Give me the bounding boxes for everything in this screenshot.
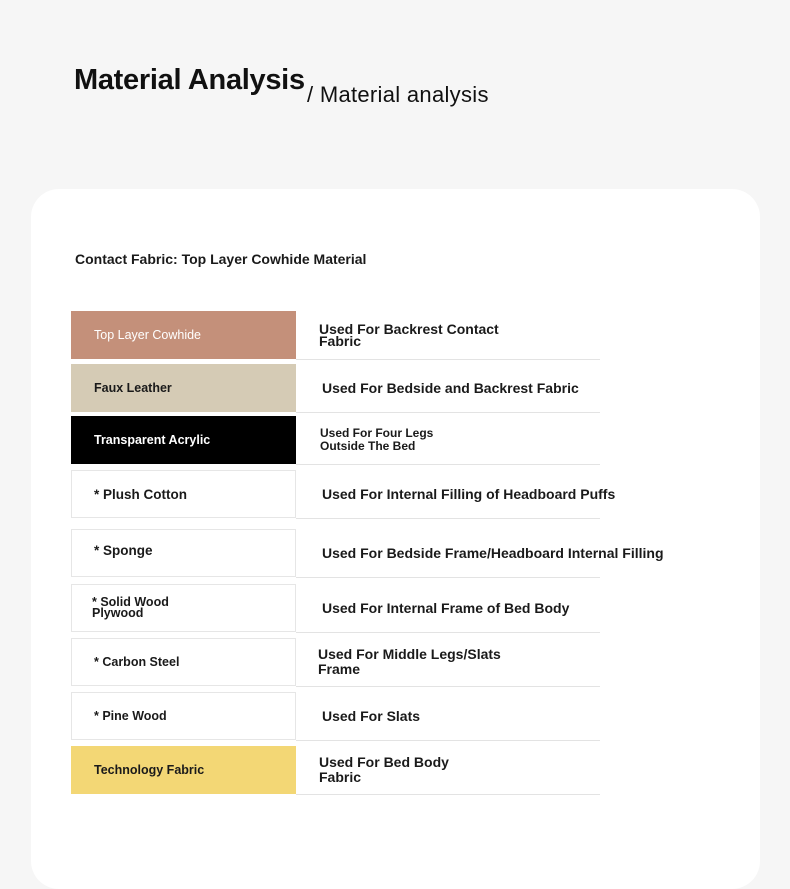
material-use: Used For Bedside Frame/Headboard Interna… <box>296 529 664 578</box>
material-swatch: * Solid Wood Plywood <box>71 584 296 632</box>
material-name: * Sponge <box>94 543 153 558</box>
material-use: Used For Backrest Contact Fabric <box>296 311 600 360</box>
material-use: Used For Bed Body Fabric <box>296 746 600 795</box>
material-name: * Solid Wood Plywood <box>92 595 169 620</box>
material-use: Used For Slats <box>296 692 600 741</box>
material-use-text: Used For Internal Frame of Bed Body <box>322 600 570 616</box>
material-swatch: * Plush Cotton <box>71 470 296 518</box>
material-name: Faux Leather <box>94 380 172 395</box>
page-subtitle: / Material analysis <box>307 82 489 107</box>
material-use-text: Used For Bed Body Fabric <box>319 754 449 785</box>
material-use-text: Used For Internal Filling of Headboard P… <box>322 486 616 502</box>
material-use-text: Used For Bedside and Backrest Fabric <box>322 380 579 396</box>
material-swatch: Faux Leather <box>71 364 296 412</box>
material-name: * Pine Wood <box>94 708 167 723</box>
material-name: Top Layer Cowhide <box>94 327 202 342</box>
material-use-text: Used For Four Legs Outside The Bed <box>320 426 434 453</box>
material-swatch: * Carbon Steel <box>71 638 296 686</box>
material-use: Used For Bedside and Backrest Fabric <box>296 364 600 413</box>
material-swatch: * Pine Wood <box>71 692 296 740</box>
material-swatch: * Sponge <box>71 529 296 577</box>
material-use: Used For Middle Legs/Slats Frame <box>296 638 600 687</box>
material-use-text: Used For Bedside Frame/Headboard Interna… <box>322 545 664 561</box>
material-swatch: Transparent Acrylic <box>71 416 296 464</box>
material-name: * Plush Cotton <box>94 486 187 502</box>
material-swatch: Technology Fabric <box>71 746 296 794</box>
material-name: Transparent Acrylic <box>94 432 211 447</box>
material-use-text: Used For Backrest Contact Fabric <box>319 321 499 349</box>
material-name: * Carbon Steel <box>94 654 180 669</box>
material-use-text: Used For Slats <box>322 708 421 724</box>
page-title: Material Analysis <box>74 64 305 96</box>
material-use-text: Used For Middle Legs/Slats Frame <box>318 646 501 677</box>
material-swatch: Top Layer Cowhide <box>71 311 296 359</box>
material-use: Used For Internal Frame of Bed Body <box>296 584 600 633</box>
contact-fabric-label: Contact Fabric: Top Layer Cowhide Materi… <box>75 251 367 267</box>
material-use: Used For Four Legs Outside The Bed <box>296 416 600 465</box>
material-use: Used For Internal Filling of Headboard P… <box>296 470 615 519</box>
material-name: Technology Fabric <box>94 762 205 777</box>
